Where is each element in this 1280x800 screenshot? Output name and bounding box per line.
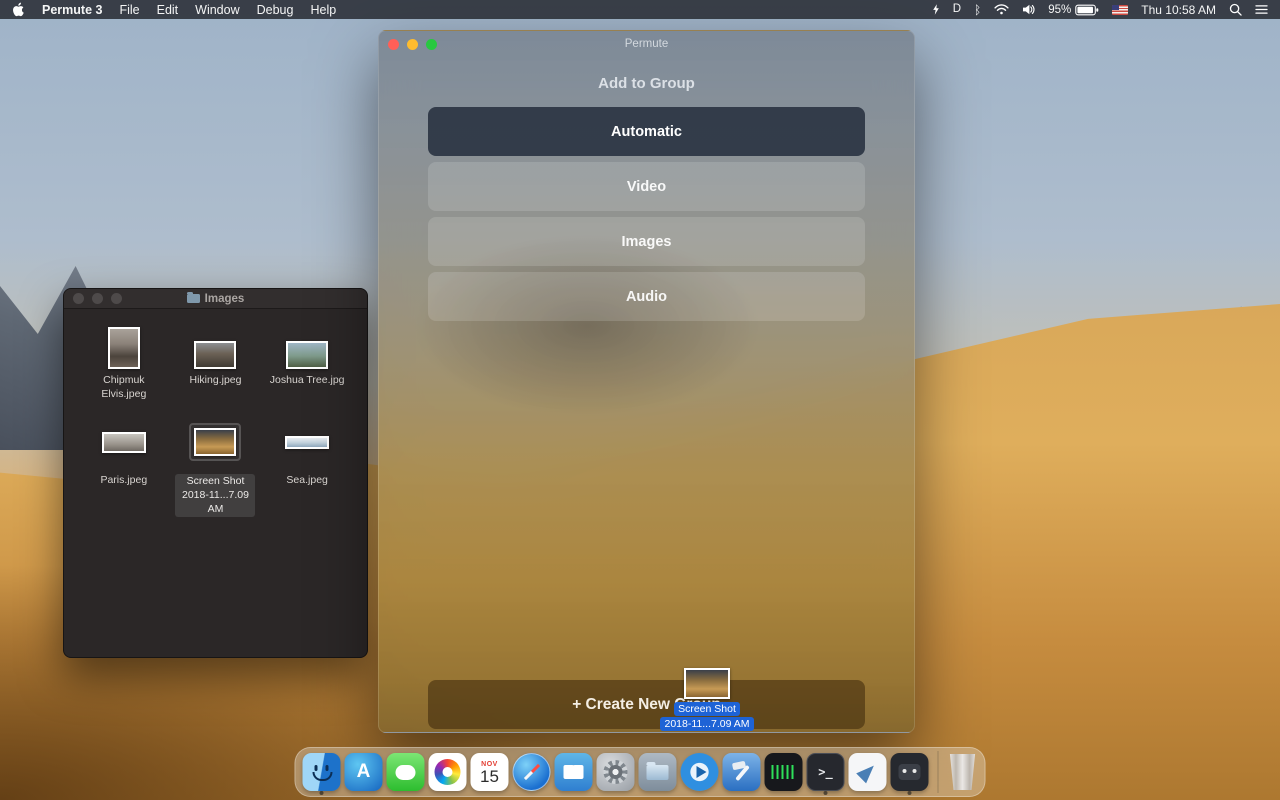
input-source-flag-icon[interactable] [1112, 5, 1128, 15]
dock-icon-system-preferences[interactable] [597, 753, 635, 791]
file-name: Chipmuk Elvis.jpeg [84, 374, 164, 401]
dock-icon-mail[interactable] [555, 753, 593, 791]
running-indicator [908, 791, 912, 795]
add-to-group-heading: Add to Group [379, 75, 914, 92]
dock-icon-app-store[interactable]: A [345, 753, 383, 791]
menu-debug[interactable]: Debug [257, 3, 294, 17]
file-name: Joshua Tree.jpg [270, 374, 345, 388]
dock-icon-permute[interactable] [891, 753, 929, 791]
file-thumbnail [285, 436, 329, 449]
speech-bubble-icon [396, 765, 416, 780]
dock-icon-trash[interactable] [948, 754, 978, 790]
bluetooth-icon[interactable]: ᛒ [974, 4, 981, 16]
volume-icon[interactable] [1022, 4, 1035, 15]
finder-window-title: Images [64, 293, 367, 305]
notification-center-icon[interactable] [1255, 4, 1268, 15]
file-thumbnail [194, 428, 236, 456]
drag-ghost-name-line1: Screen Shot [674, 702, 740, 716]
compass-needle-icon [523, 764, 539, 780]
menu-help[interactable]: Help [310, 3, 336, 17]
play-icon [696, 766, 706, 778]
finder-face-icon [311, 764, 333, 781]
finder-titlebar[interactable]: Images [64, 289, 367, 309]
dock-icon-xcode[interactable] [723, 753, 761, 791]
running-indicator [320, 791, 324, 795]
pen-nib-icon [856, 761, 879, 784]
selection-highlight [189, 423, 241, 461]
group-button-audio[interactable]: Audio [428, 272, 865, 321]
dock-icon-calendar[interactable]: NOV 15 [471, 753, 509, 791]
hammer-icon [730, 760, 754, 784]
running-indicator [824, 791, 828, 795]
finder-file-grid: Chipmuk Elvis.jpeg Hiking.jpeg Joshua Tr… [64, 309, 367, 517]
menu-bar: Permute 3 File Edit Window Debug Help D … [0, 0, 1280, 19]
finder-window: Images Chipmuk Elvis.jpeg Hiking.jpeg Jo… [63, 288, 368, 658]
file-hiking[interactable]: Hiking.jpeg [170, 319, 262, 401]
file-thumbnail [108, 327, 140, 369]
group-button-video[interactable]: Video [428, 162, 865, 211]
file-screen-shot-selected[interactable]: Screen Shot 2018-11...7.09 AM [170, 415, 262, 517]
calendar-day: 15 [480, 768, 499, 786]
dock-divider [938, 751, 939, 793]
robot-face-icon [899, 764, 921, 780]
file-thumbnail [194, 341, 236, 369]
gear-icon [604, 760, 628, 784]
menu-file[interactable]: File [119, 3, 139, 17]
file-sea[interactable]: Sea.jpeg [261, 415, 353, 517]
dock-icon-terminal[interactable]: >_ [807, 753, 845, 791]
menu-edit[interactable]: Edit [157, 3, 179, 17]
folder-icon [647, 765, 669, 780]
permute-window: Permute Add to Group Automatic Video Ima… [378, 30, 915, 733]
group-button-automatic[interactable]: Automatic [428, 107, 865, 156]
battery-indicator[interactable]: 95% [1048, 4, 1099, 16]
file-name: Screen Shot 2018-11...7.09 AM [175, 474, 255, 517]
apple-menu-icon[interactable] [12, 2, 25, 17]
wifi-icon[interactable] [994, 4, 1009, 15]
dock: A NOV 15 >_ [295, 747, 986, 797]
spotlight-icon[interactable] [1229, 3, 1242, 16]
group-button-images[interactable]: Images [428, 217, 865, 266]
app-menu-name[interactable]: Permute 3 [42, 3, 102, 17]
dock-icon-messages[interactable] [387, 753, 425, 791]
file-thumbnail [102, 432, 146, 453]
terminal-prompt-icon: >_ [818, 765, 832, 779]
waveform-icon [772, 765, 796, 779]
file-name: Paris.jpeg [100, 474, 147, 488]
file-name: Hiking.jpeg [190, 374, 242, 388]
dock-icon-finder[interactable] [303, 753, 341, 791]
file-thumbnail [286, 341, 328, 369]
dock-icon-pen-app[interactable] [849, 753, 887, 791]
battery-percent: 95% [1048, 4, 1071, 16]
group-list: Automatic Video Images Audio [379, 107, 914, 321]
file-joshua-tree[interactable]: Joshua Tree.jpg [261, 319, 353, 401]
pinwheel-icon [435, 759, 461, 785]
permute-titlebar[interactable]: Permute [379, 31, 914, 57]
drag-ghost-name-line2: 2018-11...7.09 AM [660, 717, 753, 731]
duet-status-icon[interactable]: D [953, 4, 961, 16]
menu-clock[interactable]: Thu 10:58 AM [1141, 3, 1216, 17]
app-store-letter: A [357, 761, 371, 783]
menu-window[interactable]: Window [195, 3, 239, 17]
file-paris[interactable]: Paris.jpeg [78, 415, 170, 517]
envelope-icon [564, 765, 584, 779]
dock-icon-quicktime[interactable] [681, 753, 719, 791]
trash-icon [948, 754, 978, 790]
drag-ghost-file[interactable]: Screen Shot 2018-11...7.09 AM [647, 668, 767, 731]
battery-icon [1075, 4, 1099, 16]
folder-icon [187, 294, 200, 303]
drag-ghost-thumbnail [684, 668, 730, 699]
file-name: Sea.jpeg [286, 474, 327, 488]
dock-icon-audio-app[interactable] [765, 753, 803, 791]
file-chipmuk-elvis[interactable]: Chipmuk Elvis.jpeg [78, 319, 170, 401]
dock-icon-safari[interactable] [513, 753, 551, 791]
dock-icon-photos[interactable] [429, 753, 467, 791]
permute-window-title: Permute [379, 38, 914, 50]
dock-icon-folder[interactable] [639, 753, 677, 791]
lightning-status-icon[interactable] [932, 3, 940, 16]
